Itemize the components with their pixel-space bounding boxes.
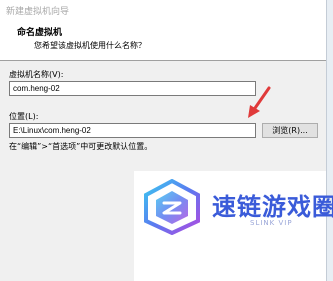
wizard-header: 命名虚拟机 您希望该虚拟机使用什么名称？	[0, 20, 326, 61]
browse-button[interactable]: 浏览(R)...	[262, 123, 318, 138]
page-subtitle: 您希望该虚拟机使用什么名称？	[34, 41, 146, 50]
location-label: 位置(L):	[9, 112, 39, 121]
title-bar: 新建虚拟机向导	[0, 0, 326, 20]
vm-name-label: 虚拟机名称(V):	[9, 70, 64, 79]
vm-name-input[interactable]: com.heng-02	[9, 81, 256, 96]
red-arrow-icon	[248, 86, 271, 118]
watermark: 速链游戏圈 SLINK VIP	[134, 171, 333, 281]
watermark-text: 速链游戏圈	[212, 193, 333, 221]
watermark-logo-icon	[144, 179, 200, 235]
new-vm-wizard-window: 新建虚拟机向导 命名虚拟机 您希望该虚拟机使用什么名称？ 虚拟机名称(V): c…	[0, 0, 333, 281]
window-title: 新建虚拟机向导	[6, 7, 70, 17]
window-edge	[326, 0, 333, 281]
location-input[interactable]: E:\Linux\com.heng-02	[9, 123, 256, 138]
location-hint: 在“编辑”>“首选项”中可更改默认位置。	[9, 142, 153, 151]
page-title: 命名虚拟机	[17, 28, 63, 38]
watermark-subtext: SLINK VIP	[250, 219, 293, 227]
